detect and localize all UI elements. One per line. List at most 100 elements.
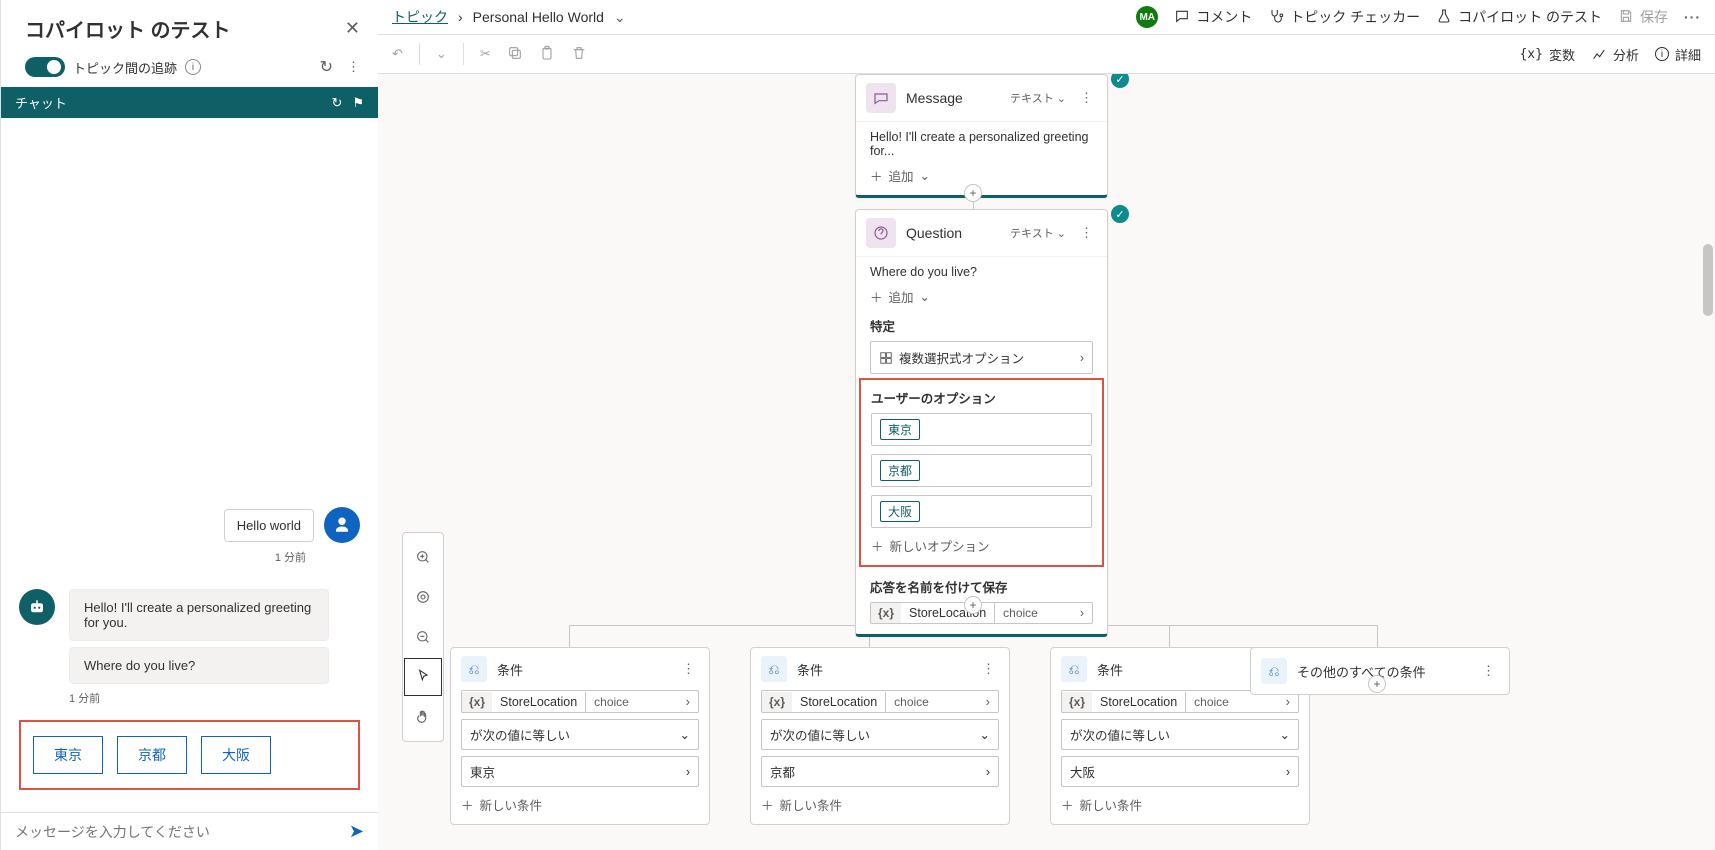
- message-node[interactable]: ✓ Message テキスト ⌄ ⋮ Hello! I'll create a …: [855, 74, 1108, 198]
- fit-icon[interactable]: [404, 578, 442, 616]
- select-tool-icon[interactable]: [404, 658, 442, 696]
- variable-picker[interactable]: {x}StoreLocationchoice›: [761, 690, 999, 713]
- user-message-text: Hello world: [224, 509, 314, 542]
- chevron-right-icon: ›: [458, 9, 463, 25]
- option-kyoto-button[interactable]: 京都: [117, 736, 187, 774]
- user-message-row[interactable]: Hello world: [19, 507, 360, 543]
- flow-canvas[interactable]: + + + ✓ Message テキスト ⌄ ⋮ Hello! I'll cre…: [378, 74, 1715, 850]
- analysis-button[interactable]: 分析: [1591, 45, 1639, 64]
- close-icon[interactable]: ✕: [345, 18, 360, 39]
- node-more-icon[interactable]: ⋮: [678, 661, 699, 677]
- node-more-icon[interactable]: ⋮: [1076, 225, 1097, 241]
- new-option-button[interactable]: ＋新しいオプション: [871, 536, 1092, 555]
- suggested-options: 東京 京都 大阪: [19, 720, 360, 790]
- user-options-label: ユーザーのオプション: [871, 388, 1092, 407]
- variable-picker[interactable]: {x}StoreLocationchoice›: [461, 690, 699, 713]
- paste-icon[interactable]: [539, 45, 555, 64]
- refresh-icon[interactable]: ↻: [320, 57, 333, 77]
- details-button[interactable]: i詳細: [1655, 45, 1701, 64]
- toggle-label: トピック間の追跡: [73, 58, 177, 77]
- canvas: トピック › Personal Hello World ⌄ MA コメント トピ…: [378, 0, 1715, 850]
- question-node[interactable]: ✓ Question テキスト ⌄ ⋮ Where do you live? ＋…: [855, 209, 1108, 637]
- option-tokyo-button[interactable]: 東京: [33, 736, 103, 774]
- operator-picker[interactable]: が次の値に等しい⌄: [1061, 719, 1299, 750]
- check-icon: ✓: [1111, 74, 1129, 88]
- condition-title: 条件: [797, 660, 968, 679]
- more-actions-icon[interactable]: ···: [1684, 9, 1701, 25]
- value-picker[interactable]: 東京›: [461, 756, 699, 787]
- option-input[interactable]: 京都: [871, 454, 1092, 487]
- operator-picker[interactable]: が次の値に等しい⌄: [761, 719, 999, 750]
- send-icon[interactable]: ➤: [349, 821, 364, 842]
- presence-badge[interactable]: MA: [1136, 6, 1158, 28]
- comments-button[interactable]: コメント: [1174, 7, 1252, 27]
- save-var-label: 応答を名前を付けて保存: [870, 577, 1093, 596]
- add-node-button[interactable]: +: [964, 596, 982, 614]
- option-osaka-button[interactable]: 大阪: [201, 736, 271, 774]
- composer: ➤: [1, 812, 378, 850]
- branch-icon: ⎌: [761, 656, 787, 682]
- add-condition-button[interactable]: ＋新しい条件: [461, 793, 699, 814]
- variables-button[interactable]: {x}変数: [1519, 45, 1575, 64]
- add-node-button[interactable]: +: [964, 184, 982, 202]
- message-body-text[interactable]: Hello! I'll create a personalized greeti…: [870, 130, 1093, 158]
- chevron-down-icon[interactable]: ⌄: [614, 9, 626, 26]
- undo-icon[interactable]: ↶: [392, 46, 403, 62]
- node-title: Question: [906, 225, 1000, 241]
- format-dropdown[interactable]: テキスト ⌄: [1010, 90, 1066, 106]
- save-icon: [1618, 8, 1634, 27]
- breadcrumb-current[interactable]: Personal Hello World: [473, 9, 604, 25]
- node-more-icon[interactable]: ⋮: [1478, 663, 1499, 679]
- info-icon[interactable]: i: [185, 59, 201, 75]
- add-question-button[interactable]: ＋追加⌄: [870, 287, 1093, 306]
- more-icon[interactable]: ⋮: [347, 59, 360, 75]
- chevron-right-icon: ›: [1080, 351, 1084, 365]
- redo-menu-icon[interactable]: ⌄: [436, 46, 447, 62]
- zoom-in-icon[interactable]: [404, 538, 442, 576]
- bot-message-row[interactable]: Hello! I'll create a personalized greeti…: [19, 589, 360, 641]
- message-input[interactable]: [15, 824, 349, 840]
- condition-title: 条件: [497, 660, 668, 679]
- node-more-icon[interactable]: ⋮: [978, 661, 999, 677]
- scrollbar-thumb[interactable]: [1703, 244, 1713, 316]
- pan-tool-icon[interactable]: [404, 698, 442, 736]
- trash-icon[interactable]: [571, 45, 587, 64]
- branch-icon: ⎌: [461, 656, 487, 682]
- value-picker[interactable]: 大阪›: [1061, 756, 1299, 787]
- option-input[interactable]: 東京: [871, 413, 1092, 446]
- copy-icon[interactable]: [507, 45, 523, 64]
- breadcrumb: トピック › Personal Hello World ⌄: [392, 7, 626, 27]
- tool-rail: [402, 532, 444, 742]
- add-message-button[interactable]: ＋追加⌄: [870, 166, 1093, 185]
- test-copilot-button[interactable]: コパイロット のテスト: [1436, 7, 1602, 27]
- format-dropdown[interactable]: テキスト ⌄: [1010, 225, 1066, 241]
- beaker-icon: [1436, 8, 1452, 27]
- option-input[interactable]: 大阪: [871, 495, 1092, 528]
- condition-node[interactable]: ⎌ 条件 ⋮ {x}StoreLocationchoice› が次の値に等しい⌄ 京…: [750, 647, 1010, 825]
- chat-tab-strip: チャット ↻ ⚑: [1, 87, 378, 118]
- flag-icon[interactable]: ⚑: [352, 95, 364, 111]
- value-picker[interactable]: 京都›: [761, 756, 999, 787]
- question-icon: [866, 218, 896, 248]
- branch-icon: ⎌: [1261, 658, 1287, 684]
- chat-tab[interactable]: チャット: [15, 93, 67, 112]
- operator-picker[interactable]: が次の値に等しい⌄: [461, 719, 699, 750]
- add-condition-button[interactable]: ＋新しい条件: [761, 793, 999, 814]
- question-body-text[interactable]: Where do you live?: [870, 265, 1093, 279]
- restart-chat-icon[interactable]: ↻: [331, 95, 342, 111]
- condition-node[interactable]: ⎌ 条件 ⋮ {x}StoreLocationchoice› が次の値に等しい⌄…: [450, 647, 710, 825]
- breadcrumb-topics[interactable]: トピック: [392, 7, 448, 27]
- node-more-icon[interactable]: ⋮: [1076, 90, 1097, 106]
- add-condition-button[interactable]: ＋新しい条件: [1061, 793, 1299, 814]
- bot-timestamp: 1 分前: [69, 690, 360, 714]
- add-node-button[interactable]: +: [1368, 675, 1386, 693]
- bot-message-text: Hello! I'll create a personalized greeti…: [69, 589, 329, 641]
- identify-label: 特定: [870, 316, 1093, 335]
- bot-message-text[interactable]: Where do you live?: [69, 647, 329, 684]
- zoom-out-icon[interactable]: [404, 618, 442, 656]
- topic-tracking-toggle[interactable]: [25, 57, 65, 77]
- cut-icon[interactable]: ✂: [480, 46, 491, 62]
- vertical-scrollbar[interactable]: [1699, 74, 1715, 850]
- identify-picker[interactable]: 複数選択式オプション ›: [870, 341, 1093, 374]
- topic-checker-button[interactable]: トピック チェッカー: [1268, 7, 1420, 27]
